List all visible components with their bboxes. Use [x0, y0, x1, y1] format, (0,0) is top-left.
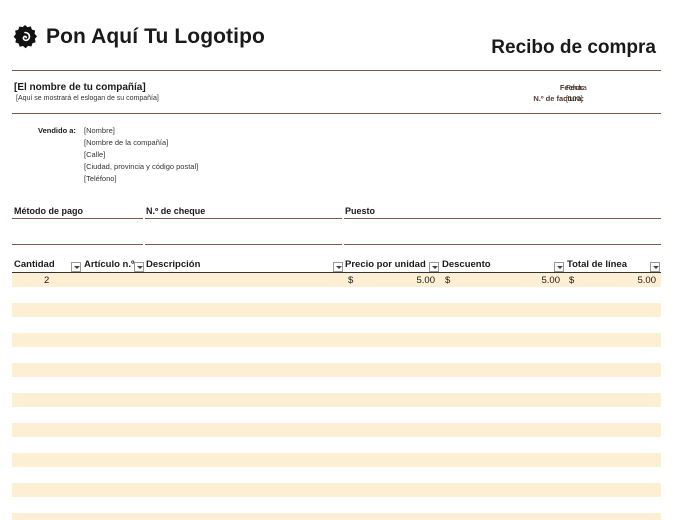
- table-row[interactable]: [12, 333, 661, 347]
- company-divider: [12, 113, 661, 114]
- company-name[interactable]: [El nombre de tu compañía]: [14, 82, 146, 93]
- logo: Pon Aquí Tu Logotipo: [12, 24, 265, 50]
- sold-to-street[interactable]: [Calle]: [84, 150, 105, 159]
- cell-unit-price-currency: $: [348, 275, 354, 286]
- table-row[interactable]: [12, 453, 661, 467]
- filter-dropdown-unit-price[interactable]: [429, 262, 439, 272]
- payment-value-field[interactable]: [12, 244, 143, 245]
- job-header-rule: [344, 218, 661, 219]
- col-header-quantity: Cantidad: [14, 259, 55, 270]
- job-label: Puesto: [345, 206, 376, 216]
- table-row[interactable]: [12, 273, 661, 287]
- cell-line-total-currency: $: [569, 275, 575, 286]
- check-header-rule: [145, 218, 342, 219]
- company-slogan[interactable]: [Aquí se mostrará el eslogan de su compa…: [16, 95, 159, 102]
- filter-dropdown-discount[interactable]: [554, 262, 564, 272]
- header-divider: [12, 70, 661, 71]
- table-row[interactable]: [12, 513, 661, 520]
- filter-dropdown-description[interactable]: [333, 262, 343, 272]
- col-header-unit-price: Precio por unidad: [345, 259, 426, 270]
- sold-to-label: Vendido a:: [38, 126, 76, 135]
- filter-dropdown-line-total[interactable]: [650, 262, 660, 272]
- table-row[interactable]: [12, 363, 661, 377]
- date-value[interactable]: Fecha: [566, 83, 587, 92]
- col-header-discount: Descuento: [442, 259, 491, 270]
- cell-line-total[interactable]: 5.00: [616, 275, 657, 286]
- check-number-label: N.º de cheque: [146, 206, 206, 216]
- cell-quantity[interactable]: 2: [44, 275, 49, 286]
- cell-unit-price[interactable]: 5.00: [395, 275, 436, 286]
- cell-discount[interactable]: 5.00: [520, 275, 561, 286]
- table-row[interactable]: [12, 423, 661, 437]
- filter-dropdown-item[interactable]: [134, 262, 144, 272]
- filter-dropdown-quantity[interactable]: [71, 262, 81, 272]
- check-value-field[interactable]: [145, 244, 342, 245]
- logo-badge-icon: [13, 25, 37, 49]
- col-header-line-total: Total de línea: [567, 259, 628, 270]
- invoice-value[interactable]: [100]: [566, 94, 583, 103]
- document-title: Recibo de compra: [491, 37, 656, 58]
- col-header-description: Descripción: [146, 259, 201, 270]
- sold-to-city[interactable]: [Ciudad, provincia y código postal]: [84, 162, 198, 171]
- sold-to-phone[interactable]: [Teléfono]: [84, 174, 117, 183]
- sold-to-company[interactable]: [Nombre de la compañía]: [84, 138, 168, 147]
- sold-to-name[interactable]: [Nombre]: [84, 126, 115, 135]
- logo-placeholder-text: Pon Aquí Tu Logotipo: [46, 25, 265, 48]
- table-row[interactable]: [12, 303, 661, 317]
- cell-discount-currency: $: [445, 275, 451, 286]
- table-row[interactable]: [12, 393, 661, 407]
- payment-method-label: Método de pago: [14, 206, 83, 216]
- payment-header-rule: [12, 218, 143, 219]
- job-value-field[interactable]: [344, 244, 661, 245]
- table-row[interactable]: [12, 483, 661, 497]
- col-header-item: Artículo n.º: [84, 259, 135, 270]
